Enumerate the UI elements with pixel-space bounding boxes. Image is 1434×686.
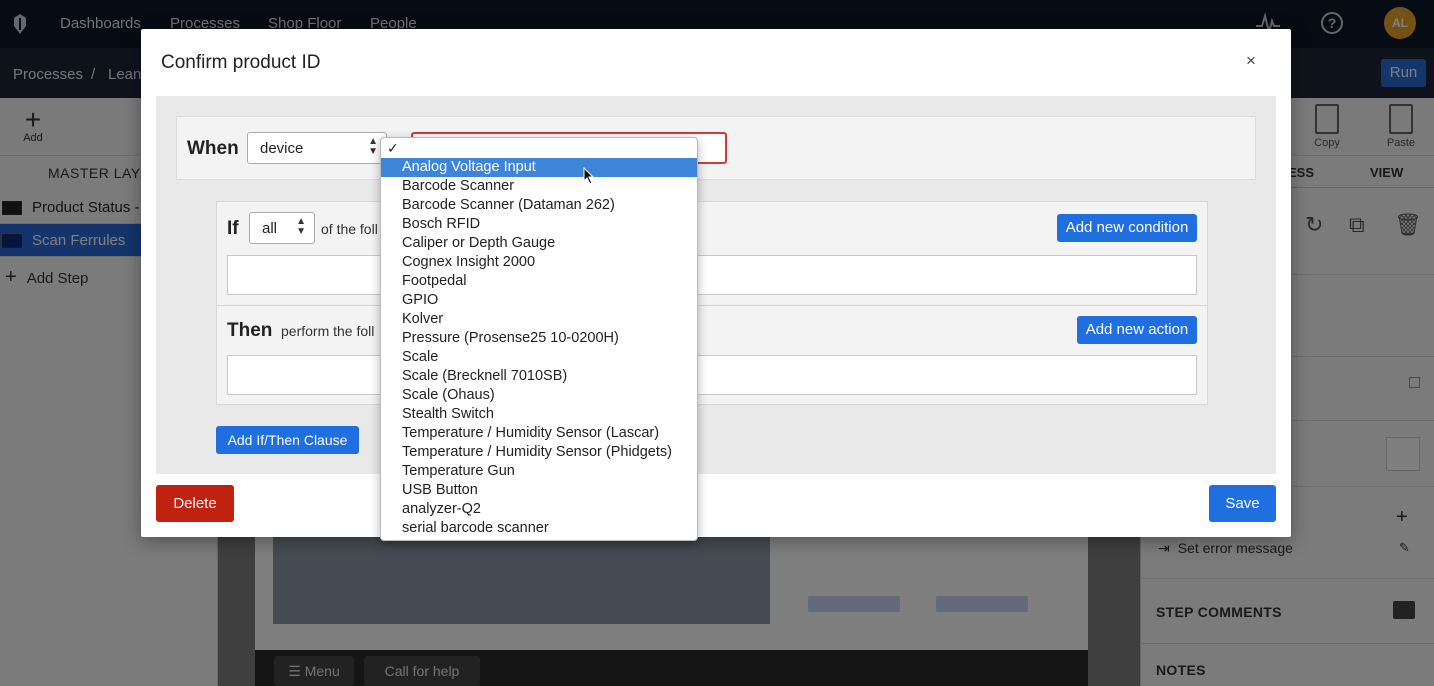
add-new-condition-button[interactable]: Add new condition	[1057, 214, 1197, 242]
dropdown-option[interactable]: Analog Voltage Input	[381, 158, 697, 177]
modal-body: When device ▲ ▼ If all ▲ ▼ of the foll Add…	[156, 96, 1276, 474]
then-description: perform the foll	[281, 323, 375, 339]
add-if-then-clause-button[interactable]: Add If/Then Clause	[216, 426, 359, 454]
device-dropdown-list[interactable]: ✓ Analog Voltage Input Barcode Scanner Bar…	[380, 137, 698, 541]
dropdown-option[interactable]: Temperature Gun	[381, 462, 697, 481]
save-button[interactable]: Save	[1209, 485, 1276, 522]
dropdown-option[interactable]: Cognex Insight 2000	[381, 253, 697, 272]
dropdown-option[interactable]: Bosch RFID	[381, 215, 697, 234]
dropdown-option[interactable]: Stealth Switch	[381, 405, 697, 424]
when-section: When device ▲ ▼	[176, 116, 1256, 180]
when-type-select[interactable]: device ▲ ▼	[247, 132, 387, 164]
dropdown-option[interactable]: Temperature / Humidity Sensor (Phidgets)	[381, 443, 697, 462]
checkmark-icon: ✓	[387, 140, 399, 156]
dropdown-option[interactable]: Barcode Scanner	[381, 177, 697, 196]
when-type-value: device	[260, 140, 304, 157]
dropdown-option[interactable]: Caliper or Depth Gauge	[381, 234, 697, 253]
then-label: Then	[227, 320, 273, 341]
mouse-cursor-icon	[583, 167, 595, 185]
if-label: If	[227, 218, 239, 239]
dropdown-option[interactable]: Pressure (Prosense25 10-0200H)	[381, 329, 697, 348]
dropdown-option[interactable]: USB Button	[381, 481, 697, 500]
if-description: of the foll	[321, 221, 378, 237]
dropdown-option[interactable]: Scale (Ohaus)	[381, 386, 697, 405]
dropdown-option[interactable]: Scale (Brecknell 7010SB)	[381, 367, 697, 386]
delete-button[interactable]: Delete	[156, 485, 234, 522]
clause-divider	[217, 305, 1207, 306]
select-arrows-icon: ▲ ▼	[296, 216, 306, 237]
dropdown-option[interactable]: GPIO	[381, 291, 697, 310]
dropdown-option[interactable]: Footpedal	[381, 272, 697, 291]
dropdown-option[interactable]: Scale	[381, 348, 697, 367]
dropdown-option[interactable]: serial barcode scanner	[381, 519, 697, 538]
modal-title: Confirm product ID	[161, 52, 321, 73]
dropdown-option[interactable]: Barcode Scanner (Dataman 262)	[381, 196, 697, 215]
actions-area[interactable]	[227, 355, 1197, 395]
close-icon[interactable]: ×	[1243, 52, 1259, 69]
dropdown-option[interactable]: analyzer-Q2	[381, 500, 697, 519]
conditions-area[interactable]	[227, 255, 1197, 295]
if-quantifier-select[interactable]: all ▲ ▼	[249, 212, 315, 244]
add-new-action-button[interactable]: Add new action	[1077, 316, 1197, 344]
dropdown-option[interactable]: Temperature / Humidity Sensor (Lascar)	[381, 424, 697, 443]
trigger-editor-modal: Confirm product ID × When device ▲ ▼ If a…	[141, 29, 1291, 537]
when-label: When	[187, 138, 239, 159]
select-arrows-icon: ▲ ▼	[368, 136, 378, 157]
dropdown-option[interactable]: Kolver	[381, 310, 697, 329]
if-quantifier-value: all	[262, 220, 278, 237]
if-then-clause: If all ▲ ▼ of the foll Add new condition …	[216, 201, 1208, 405]
